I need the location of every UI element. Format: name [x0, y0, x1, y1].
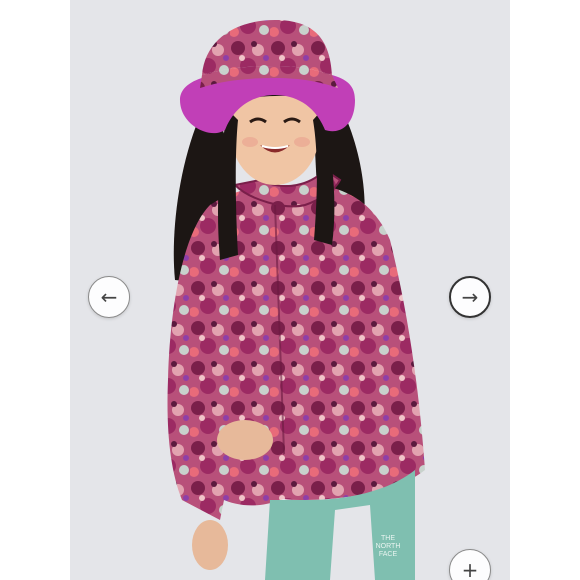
legging-logo-3: FACE — [379, 551, 398, 558]
right-hand — [192, 520, 228, 570]
right-margin — [510, 0, 580, 580]
legging-logo-2: NORTH — [376, 543, 401, 550]
legging-logo-1: THE — [381, 535, 395, 542]
previous-image-button[interactable]: ← — [88, 276, 130, 318]
product-image-viewer: THE NORTH FACE ← → + — [0, 0, 580, 580]
arrow-left-icon: ← — [100, 285, 118, 309]
plus-icon: + — [461, 558, 479, 580]
left-margin — [0, 0, 70, 580]
next-image-button[interactable]: → — [449, 276, 491, 318]
product-photo[interactable]: THE NORTH FACE — [70, 0, 510, 580]
left-hand — [217, 420, 273, 460]
product-photo-illustration: THE NORTH FACE — [70, 0, 510, 580]
arrow-right-icon: → — [461, 285, 479, 309]
